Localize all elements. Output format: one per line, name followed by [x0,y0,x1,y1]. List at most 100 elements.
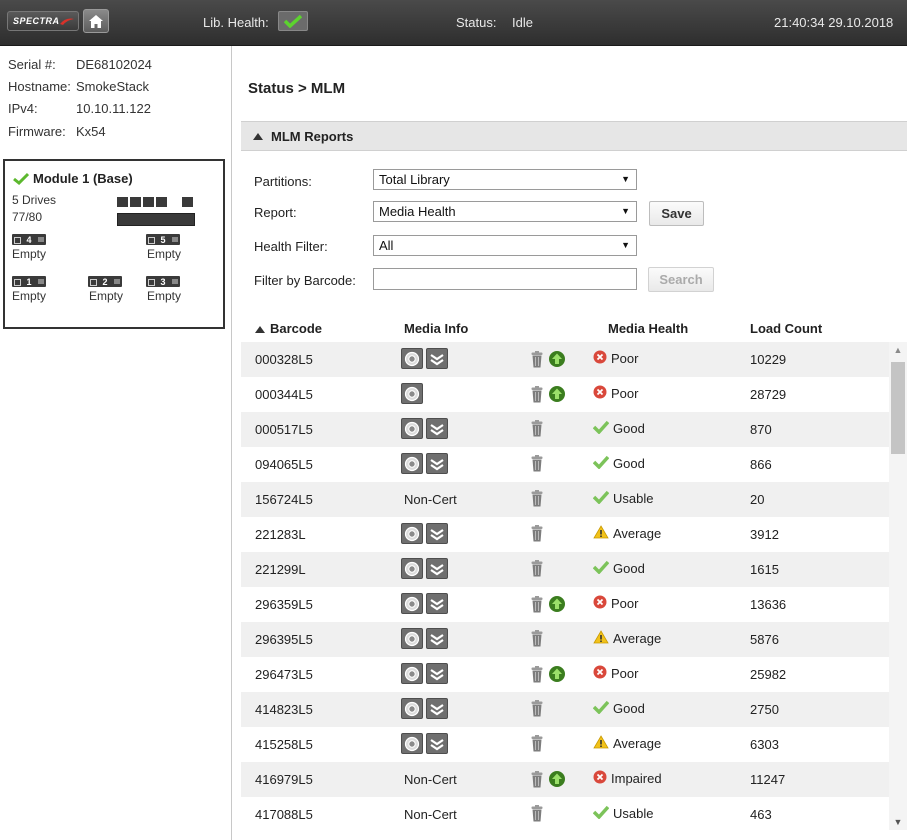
scroll-up-arrow-icon[interactable]: ▲ [889,342,907,358]
barcode-cell[interactable]: 296359L5 [255,597,313,612]
poor-status-icon [593,770,607,787]
health-filter-label: Health Filter: [254,239,328,254]
row-actions [531,735,543,755]
media-health-text: Average [613,631,662,646]
trash-icon[interactable] [531,350,543,371]
barcode-cell[interactable]: 094065L5 [255,457,313,472]
save-button[interactable]: Save [649,201,704,226]
search-button[interactable]: Search [648,267,714,292]
table-row[interactable]: 414823L5 Good 2750 [241,692,889,727]
trash-icon[interactable] [531,420,543,440]
table-row[interactable]: 000328L5 Poor 10229 [241,342,889,377]
cartridge-icon[interactable] [401,593,423,614]
upload-arrow-icon[interactable] [548,595,566,616]
cartridge-icon[interactable] [401,733,423,754]
module-panel[interactable]: Module 1 (Base) 5 Drives 77/80 4 Empty 5… [3,159,225,329]
chevron-certified-icon[interactable] [426,523,448,544]
mlm-reports-section-header[interactable]: MLM Reports [241,121,907,151]
upload-arrow-icon[interactable] [548,770,566,791]
trash-icon[interactable] [531,525,543,545]
table-row[interactable]: 296359L5 Poor 13636 [241,587,889,622]
barcode-filter-input[interactable] [373,268,637,290]
column-media-health[interactable]: Media Health [608,321,688,336]
home-button[interactable] [83,9,109,33]
barcode-cell[interactable]: 000328L5 [255,352,313,367]
scroll-thumb[interactable] [891,362,905,454]
cartridge-icon[interactable] [401,628,423,649]
chevron-certified-icon[interactable] [426,593,448,614]
partitions-select[interactable]: Total Library ▼ [373,169,637,190]
drive-slot-2[interactable]: 2 [88,276,122,287]
chevron-certified-icon[interactable] [426,628,448,649]
media-info-icons [401,663,448,684]
table-row[interactable]: 000344L5 Poor 28729 [241,377,889,412]
cartridge-icon[interactable] [401,453,423,474]
trash-icon[interactable] [531,595,543,616]
barcode-cell[interactable]: 221299L [255,562,306,577]
chevron-certified-icon[interactable] [426,558,448,579]
drive-slot-1[interactable]: 1 [12,276,46,287]
chevron-certified-icon[interactable] [426,698,448,719]
health-filter-select[interactable]: All ▼ [373,235,637,256]
cartridge-icon[interactable] [401,383,423,404]
upload-arrow-icon[interactable] [548,350,566,371]
barcode-cell[interactable]: 156724L5 [255,492,313,507]
report-select[interactable]: Media Health ▼ [373,201,637,222]
trash-icon[interactable] [531,700,543,720]
table-scrollbar[interactable]: ▲ ▼ [889,342,907,830]
column-media-info[interactable]: Media Info [404,321,468,336]
table-row[interactable]: 000517L5 Good 870 [241,412,889,447]
drive-slot-5[interactable]: 5 [146,234,180,245]
load-count-cell: 866 [750,457,772,472]
table-row[interactable]: 296395L5 Average 5876 [241,622,889,657]
trash-icon[interactable] [531,630,543,650]
cartridge-icon[interactable] [401,523,423,544]
trash-icon[interactable] [531,735,543,755]
barcode-cell[interactable]: 000517L5 [255,422,313,437]
barcode-cell[interactable]: 296473L5 [255,667,313,682]
table-row[interactable]: 221283L Average 3912 [241,517,889,552]
cartridge-icon[interactable] [401,698,423,719]
barcode-cell[interactable]: 415258L5 [255,737,313,752]
module-title: Module 1 (Base) [13,171,133,186]
barcode-cell[interactable]: 296395L5 [255,632,313,647]
column-barcode[interactable]: Barcode [255,321,322,336]
trash-icon[interactable] [531,805,543,825]
trash-icon[interactable] [531,560,543,580]
lib-health-indicator[interactable] [278,11,308,31]
barcode-cell[interactable]: 000344L5 [255,387,313,402]
cartridge-icon[interactable] [401,418,423,439]
barcode-cell[interactable]: 221283L [255,527,306,542]
barcode-cell[interactable]: 416979L5 [255,772,313,787]
column-load-count[interactable]: Load Count [750,321,822,336]
cartridge-icon[interactable] [401,663,423,684]
trash-icon[interactable] [531,770,543,791]
trash-icon[interactable] [531,385,543,406]
drive-slot-4[interactable]: 4 [12,234,46,245]
trash-icon[interactable] [531,490,543,510]
good-status-icon [592,420,610,437]
chevron-certified-icon[interactable] [426,348,448,369]
chevron-certified-icon[interactable] [426,663,448,684]
table-row[interactable]: 221299L Good 1615 [241,552,889,587]
table-row[interactable]: 296473L5 Poor 25982 [241,657,889,692]
drive-slot-3[interactable]: 3 [146,276,180,287]
upload-arrow-icon[interactable] [548,665,566,686]
barcode-cell[interactable]: 417088L5 [255,807,313,822]
table-row[interactable]: 417088L5 Non-Cert Usable 463 [241,797,889,832]
table-row[interactable]: 415258L5 Average 6303 [241,727,889,762]
chevron-certified-icon[interactable] [426,418,448,439]
cartridge-icon[interactable] [401,558,423,579]
table-row[interactable]: 094065L5 Good 866 [241,447,889,482]
table-row[interactable]: 416979L5 Non-Cert Impaired 11247 [241,762,889,797]
trash-icon[interactable] [531,455,543,475]
cartridge-icon[interactable] [401,348,423,369]
table-row[interactable]: 156724L5 Non-Cert Usable 20 [241,482,889,517]
chevron-certified-icon[interactable] [426,453,448,474]
upload-arrow-icon[interactable] [548,385,566,406]
barcode-cell[interactable]: 414823L5 [255,702,313,717]
scroll-down-arrow-icon[interactable]: ▼ [889,814,907,830]
chevron-certified-icon[interactable] [426,733,448,754]
trash-icon[interactable] [531,665,543,686]
datetime: 21:40:34 29.10.2018 [774,15,894,30]
